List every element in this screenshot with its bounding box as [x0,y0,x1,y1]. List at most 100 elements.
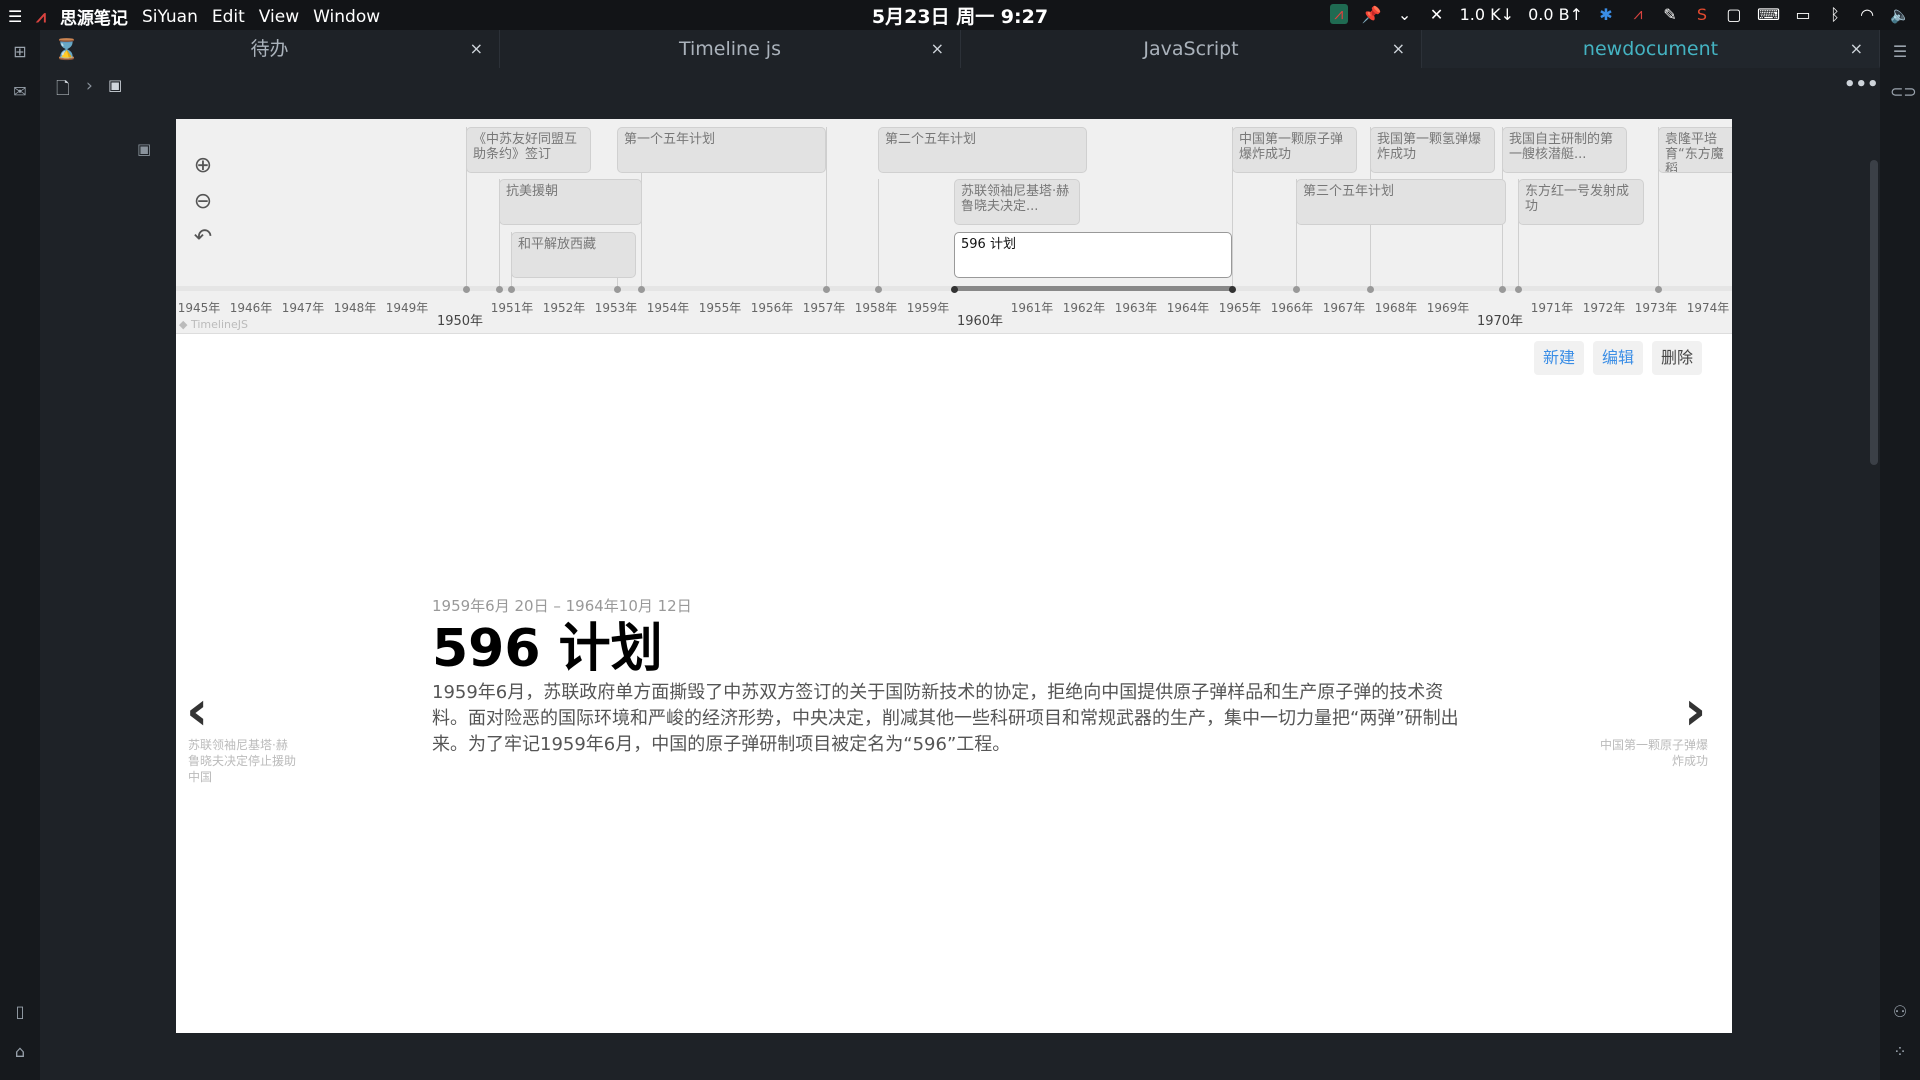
tab-timeline-js[interactable]: Timeline js × [500,30,961,68]
pin-icon[interactable]: 📌 [1362,5,1382,24]
document-icon[interactable]: 🗋 [56,76,70,105]
year-tick-label: 1966年 [1270,301,1314,315]
timeline-marker[interactable]: 袁隆平培育“东方魔稻 [1658,127,1732,173]
year-tick-label: 1967年 [1322,301,1366,315]
timeline-marker[interactable]: 我国第一颗氢弹爆炸成功 [1370,127,1495,173]
timeline-marker[interactable]: 东方红一号发射成功 [1518,179,1644,225]
volume-icon[interactable]: 🔈 [1890,5,1910,24]
edit-button[interactable]: 编辑 [1593,341,1644,375]
year-tick-label: 1953年 [594,301,638,315]
year-tick-label: 1946年 [229,301,273,315]
graph-icon[interactable]: ⚇ [1890,1002,1910,1022]
file-tree-icon[interactable]: ⊞ [10,42,30,62]
siyuan-red-icon[interactable]: ⩘ [1629,4,1647,24]
timeline-marker[interactable]: 苏联领袖尼基塔·赫鲁晓夫决定... [954,179,1080,225]
sogou-icon[interactable]: S [1693,5,1711,24]
new-button[interactable]: 新建 [1534,341,1585,375]
timeline-marker[interactable]: 第二个五年计划 [878,127,1087,173]
delete-button[interactable]: 删除 [1652,341,1703,375]
timeline-marker-active[interactable]: 596 计划 [954,232,1232,278]
slide-title: 596 计划 [432,619,663,679]
year-tick-label: 1951年 [490,301,534,315]
outline-icon[interactable]: ☰ [1890,42,1910,62]
readonly-toggle-icon[interactable]: ▣ [108,76,122,94]
feather-icon[interactable]: ✎ [1661,5,1679,24]
menu-edit[interactable]: Edit [212,7,245,27]
tab-label: JavaScript [1143,38,1239,60]
slide-date: 1959年6月 20日 – 1964年10月 12日 [432,597,692,615]
year-tick-label: 1949年 [385,301,429,315]
tab-todo[interactable]: ⌛ 待办 × [40,30,500,68]
year-tick-label: 1948年 [333,301,377,315]
tab-close-icon[interactable]: × [1850,30,1863,68]
backlink-icon[interactable]: ⊂⊃ [1890,82,1917,102]
inbox-icon[interactable]: ✉ [10,82,30,102]
block-gutter-icon[interactable]: ▣ [137,140,151,158]
timelinejs-credit[interactable]: ◆ TimelineJS [179,318,248,331]
wifi-icon[interactable]: ◠ [1858,5,1876,24]
tab-label: newdocument [1582,38,1719,60]
menu-window[interactable]: Window [313,7,380,27]
tab-newdocument[interactable]: newdocument × [1422,30,1880,68]
app-name: 思源笔记 [59,9,128,29]
slide-content: 1959年6月 20日 – 1964年10月 12日 596 计划 1959年6… [432,595,1472,758]
timeline-marker[interactable]: 第一个五年计划 [617,127,826,173]
note-icon[interactable]: ▢ [1725,5,1743,24]
timeline-navigator[interactable]: ⊕ ⊖ ↶ 《中苏友好同盟互助条约》签订 第一个五年计划 抗美援朝 和平解放西藏… [176,119,1732,334]
close-icon[interactable]: ✕ [1428,5,1446,24]
year-tick-label: 1947年 [281,301,325,315]
zoom-in-icon[interactable]: ⊕ [190,153,216,179]
year-tick-label: 1973年 [1634,301,1678,315]
system-top-bar: ☰ ⩘ 思源笔记 SiYuan Edit View Window 5月23日 周… [0,0,1920,30]
year-tick-label: 1971年 [1530,301,1574,315]
siyuan-tray-icon[interactable]: ⩘ [1329,4,1348,24]
timeline-marker[interactable]: 第三个五年计划 [1296,179,1506,225]
app-blue-icon[interactable]: ✱ [1597,5,1615,24]
chevron-down-icon[interactable]: ⌄ [1396,5,1414,24]
battery-icon[interactable]: ▭ [1794,5,1812,24]
year-tick-label: 1955年 [698,301,742,315]
left-dock: ⊞ ✉ ▯ ⌂ [0,30,40,1080]
year-tick-label: 1954年 [646,301,690,315]
bookmark-icon[interactable]: ▯ [10,1002,30,1022]
more-icon[interactable]: ••• [1844,74,1879,95]
tab-close-icon[interactable]: × [1392,30,1405,68]
previous-slide-label[interactable]: 苏联领袖尼基塔·赫鲁晓夫决定停止援助中国 [188,737,298,785]
timeline-marker[interactable]: 中国第一颗原子弹爆炸成功 [1232,127,1357,173]
document-area: ⊕ ⊖ ↶ 《中苏友好同盟互助条约》签订 第一个五年计划 抗美援朝 和平解放西藏… [176,119,1732,1033]
tab-close-icon[interactable]: × [470,30,483,68]
previous-slide-arrow-icon[interactable]: ‹ [186,679,208,742]
bluetooth-icon[interactable]: ᛒ [1826,5,1844,24]
zoom-out-icon[interactable]: ⊖ [190,189,216,215]
year-tick-label: 1958年 [854,301,898,315]
breadcrumb: 🗋 › ▣ ••• [40,68,1880,108]
slide-text: 1959年6月，苏联政府单方面撕毁了中苏双方签订的关于国防新技术的协定，拒绝向中… [432,682,1459,755]
tag-icon[interactable]: ⌂ [10,1042,30,1062]
timeline-marker[interactable]: 我国自主研制的第一艘核潜艇... [1502,127,1627,173]
menu-view[interactable]: View [259,7,299,27]
system-tray: ⩘ 📌 ⌄ ✕ 1.0 K↓ 0.0 B↑ ✱ ⩘ ✎ S ▢ ⌨ ▭ ᛒ ◠ … [1329,4,1910,24]
tab-close-icon[interactable]: × [931,30,944,68]
system-menu-icon[interactable]: ☰ [8,7,22,26]
undo-icon[interactable]: ↶ [190,225,216,251]
tab-label: 待办 [250,38,289,60]
timeline-marker[interactable]: 抗美援朝 [499,179,642,225]
year-tick-label: 1963年 [1114,301,1158,315]
year-tick-label: 1974年 [1686,301,1730,315]
year-tick-label: 1972年 [1582,301,1626,315]
next-slide-label[interactable]: 中国第一颗原子弹爆炸成功 [1598,737,1708,769]
tab-label: Timeline js [678,38,781,60]
global-graph-icon[interactable]: ⁘ [1890,1042,1910,1062]
year-tick-label: 1969年 [1426,301,1470,315]
vertical-scrollbar[interactable] [1870,160,1878,465]
year-tick-label: 1957年 [802,301,846,315]
next-slide-arrow-icon[interactable]: › [1684,679,1706,742]
year-tick-label: 1956年 [750,301,794,315]
timeline-marker[interactable]: 和平解放西藏 [511,232,636,278]
menu-siyuan[interactable]: SiYuan [142,7,198,27]
tab-javascript[interactable]: JavaScript × [961,30,1422,68]
chevron-right-icon: › [86,76,93,96]
year-tick-label: 1952年 [542,301,586,315]
timeline-marker[interactable]: 《中苏友好同盟互助条约》签订 [466,127,591,173]
keyboard-icon[interactable]: ⌨ [1757,5,1780,24]
